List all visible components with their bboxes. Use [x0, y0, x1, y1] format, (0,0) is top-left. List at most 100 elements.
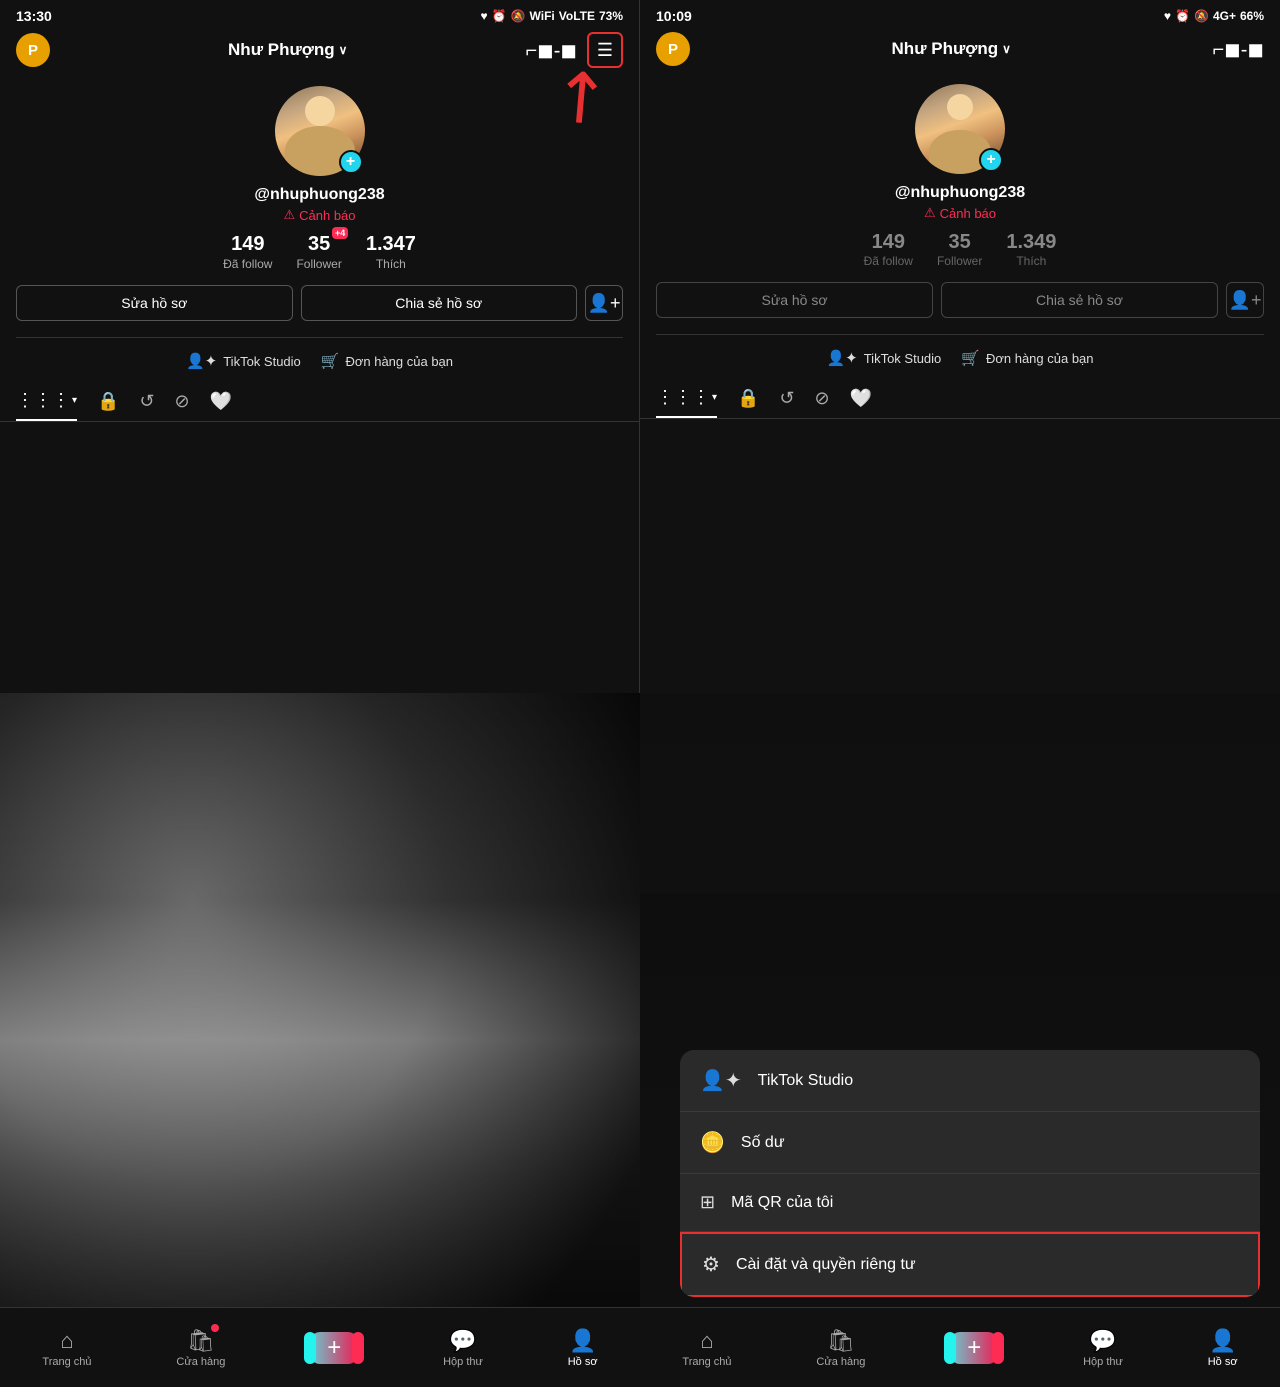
tab-private[interactable]: 🔒: [97, 391, 119, 420]
right-tab-repost[interactable]: ↺: [779, 388, 794, 417]
right-tiktok-studio-link[interactable]: 👤✦ TikTok Studio: [826, 349, 941, 367]
right-inbox-icon: 💬: [1089, 1328, 1116, 1354]
left-time: 13:30: [16, 8, 52, 24]
left-follower-label: Follower: [296, 257, 341, 271]
tiktok-studio-icon: 👤✦: [186, 352, 217, 370]
right-orders-link[interactable]: 🛒 Đơn hàng của bạn: [961, 349, 1093, 367]
right-nav-shop[interactable]: 🛍 Cửa hàng: [816, 1328, 865, 1368]
right-tab-dropdown-icon: ▾: [712, 392, 717, 403]
right-username-row[interactable]: Như Phượng ∨: [892, 39, 1011, 59]
left-avatar-initial[interactable]: P: [16, 33, 50, 67]
left-orders-label: Đơn hàng của bạn: [345, 354, 453, 369]
right-nav-create[interactable]: +: [950, 1332, 998, 1364]
left-status-icons: ♥ ⏰ 🔕 WiFi VoLTE 73%: [481, 9, 624, 23]
right-likes-label: Thích: [1016, 254, 1046, 268]
heart-icon: ♥: [481, 9, 488, 23]
right-tab-videos[interactable]: ⋮⋮⋮ ▾: [656, 387, 717, 418]
videos-icon: ⋮⋮⋮: [16, 390, 70, 411]
right-stat-follower: 35 +4 Follower: [937, 231, 982, 268]
blurred-profile-bg: [640, 693, 1280, 893]
tab-liked[interactable]: 🤍: [210, 391, 232, 420]
right-nav-profile[interactable]: 👤 Hồ sơ: [1208, 1328, 1238, 1368]
right-heart-icon: ♥: [1164, 9, 1171, 23]
right-videos-icon: ⋮⋮⋮: [656, 387, 710, 408]
heart-outline-icon: 🤍: [210, 391, 232, 412]
tab-videos[interactable]: ⋮⋮⋮ ▾: [16, 390, 77, 421]
left-divider: [16, 337, 623, 338]
nav-inbox[interactable]: 💬 Hộp thư: [443, 1328, 483, 1368]
left-orders-link[interactable]: 🛒 Đơn hàng của bạn: [321, 352, 453, 370]
menu-item-tiktok-studio[interactable]: 👤✦ TikTok Studio: [680, 1050, 1260, 1112]
right-nav-shop-label: Cửa hàng: [816, 1356, 865, 1368]
right-avatar-initial[interactable]: P: [656, 32, 690, 66]
left-tiktok-studio-link[interactable]: 👤✦ TikTok Studio: [186, 352, 301, 370]
tab-repost[interactable]: ↺: [139, 391, 154, 420]
left-add-friend-button[interactable]: 👤+: [585, 285, 623, 321]
left-username-row[interactable]: Như Phượng ∨: [228, 40, 347, 60]
shop-icon: 🛍: [187, 1328, 215, 1354]
create-button[interactable]: +: [310, 1332, 358, 1364]
plus-icon: +: [327, 1334, 341, 1362]
left-profile-section: + @nhuphuong238 ⚠ Cảnh báo 149 Đã follow…: [0, 76, 639, 378]
left-edit-profile-button[interactable]: Sửa hồ sơ: [16, 285, 293, 321]
right-tag-icon: ⊘: [815, 388, 830, 409]
right-nav-inbox[interactable]: 💬 Hộp thư: [1083, 1328, 1123, 1368]
right-phone-panel: 10:09 ♥ ⏰ 🔕 4G+ 66% P Như Phượng ∨ ⌐◼-◼: [640, 0, 1280, 693]
right-status-bar: 10:09 ♥ ⏰ 🔕 4G+ 66%: [640, 0, 1280, 28]
warning-icon: ⚠: [283, 207, 295, 223]
menu-qr-label: Mã QR của tôi: [731, 1194, 833, 1212]
right-add-friend-button[interactable]: 👤+: [1226, 282, 1264, 318]
left-follow-label: Đã follow: [223, 257, 272, 271]
right-heart-outline-icon: 🤍: [850, 388, 872, 409]
right-nav-inbox-label: Hộp thư: [1083, 1356, 1123, 1368]
right-follower-number: 35 +4: [949, 231, 971, 254]
menu-item-balance[interactable]: 🪙 Số dư: [680, 1112, 1260, 1174]
right-repost-icon: ↺: [779, 388, 794, 409]
nav-create[interactable]: +: [310, 1332, 358, 1364]
nav-profile[interactable]: 👤 Hồ sơ: [568, 1328, 598, 1368]
right-tab-tagged[interactable]: ⊘: [815, 388, 830, 417]
left-stat-follower: 35 +4 Follower: [296, 233, 341, 271]
right-follower-label: Follower: [937, 254, 982, 268]
right-share-profile-button[interactable]: Chia sẻ hồ sơ: [941, 282, 1218, 318]
right-top-nav: P Như Phượng ∨ ⌐◼-◼: [640, 28, 1280, 74]
menu-item-qr[interactable]: ⊞ Mã QR của tôi: [680, 1174, 1260, 1232]
right-tab-private[interactable]: 🔒: [737, 388, 759, 417]
right-time: 10:09: [656, 8, 692, 24]
left-avatar-plus-button[interactable]: +: [339, 150, 363, 174]
left-status-bar: 13:30 ♥ ⏰ 🔕 WiFi VoLTE 73%: [0, 0, 639, 28]
right-mute-icon: 🔕: [1194, 9, 1209, 23]
nav-shop[interactable]: 🛍 Cửa hàng: [176, 1328, 225, 1368]
right-alarm-icon: ⏰: [1175, 9, 1190, 23]
right-lock-icon: 🔒: [737, 388, 759, 409]
right-glasses-icon[interactable]: ⌐◼-◼: [1212, 37, 1264, 62]
right-edit-profile-button[interactable]: Sửa hồ sơ: [656, 282, 933, 318]
nav-profile-label: Hồ sơ: [568, 1356, 598, 1368]
right-battery: 66%: [1240, 9, 1264, 23]
left-likes-label: Thích: [376, 257, 406, 271]
tab-tagged[interactable]: ⊘: [175, 391, 190, 420]
right-tab-liked[interactable]: 🤍: [850, 388, 872, 417]
left-warning-row: ⚠ Cảnh báo: [283, 207, 355, 223]
left-warning-text: Cảnh báo: [299, 208, 355, 223]
menu-tiktok-studio-icon: 👤✦: [700, 1068, 742, 1093]
right-stat-follow: 149 Đã follow: [864, 231, 913, 268]
right-nav-profile-label: Hồ sơ: [1208, 1356, 1238, 1368]
glasses-icon[interactable]: ⌐◼-◼: [525, 38, 577, 63]
left-username: Như Phượng: [228, 40, 335, 60]
right-bottom-nav-bar: ⌂ Trang chủ 🛍 Cửa hàng + 💬 Hộp thư 👤 Hồ …: [640, 1307, 1280, 1387]
right-warning-icon: ⚠: [924, 205, 936, 221]
left-share-profile-button[interactable]: Chia sẻ hồ sơ: [301, 285, 578, 321]
right-nav-home[interactable]: ⌂ Trang chủ: [682, 1328, 731, 1368]
right-avatar-container: +: [915, 84, 1005, 174]
right-create-button[interactable]: +: [950, 1332, 998, 1364]
menu-qr-icon: ⊞: [700, 1192, 715, 1213]
right-avatar-plus-button[interactable]: +: [979, 148, 1003, 172]
nav-home[interactable]: ⌂ Trang chủ: [42, 1328, 91, 1368]
menu-button[interactable]: ☰: [587, 32, 623, 68]
menu-item-settings[interactable]: ⚙ Cài đặt và quyền riêng tư: [680, 1232, 1260, 1297]
hamburger-icon: ☰: [597, 40, 613, 61]
left-action-buttons: Sửa hồ sơ Chia sẻ hồ sơ 👤+: [16, 285, 623, 321]
bottom-nav-bar: ⌂ Trang chủ 🛍 Cửa hàng + 💬 Hộp thư: [0, 1307, 640, 1387]
right-shop-icon: 🛍: [827, 1328, 855, 1354]
